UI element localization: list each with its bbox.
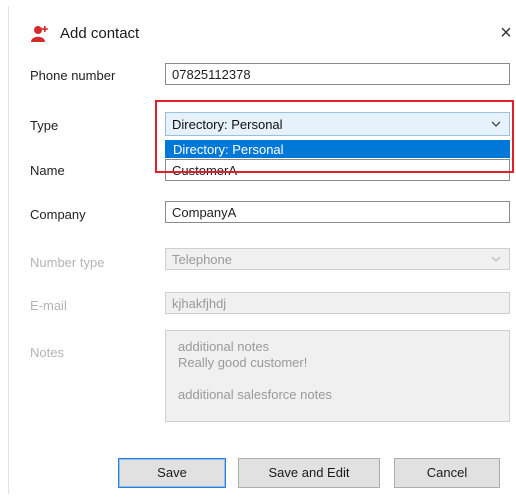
email-label: E-mail xyxy=(30,298,67,313)
number-type-label: Number type xyxy=(30,255,105,270)
notes-label: Notes xyxy=(30,345,64,360)
close-icon[interactable]: × xyxy=(495,22,516,44)
notes-field: additional notes Really good customer! a… xyxy=(165,330,510,422)
name-label: Name xyxy=(30,163,65,178)
number-type-value: Telephone xyxy=(172,252,232,267)
dialog-title: Add contact xyxy=(60,25,140,42)
save-and-edit-button[interactable]: Save and Edit xyxy=(238,458,380,488)
notes-line xyxy=(178,371,497,387)
type-label: Type xyxy=(30,118,59,133)
phone-number-field[interactable]: 07825112378 xyxy=(165,63,510,85)
highlight-annotation xyxy=(155,100,514,173)
add-contact-icon xyxy=(31,26,48,42)
number-type-select: Telephone xyxy=(165,248,510,270)
cancel-button[interactable]: Cancel xyxy=(394,458,500,488)
notes-line: Really good customer! xyxy=(178,355,308,370)
notes-line: additional salesforce notes xyxy=(178,387,332,402)
company-field[interactable]: CompanyA xyxy=(165,201,510,223)
phone-number-label: Phone number xyxy=(30,68,116,83)
notes-line: additional notes xyxy=(178,339,270,354)
email-field: kjhakfjhdj xyxy=(165,292,510,314)
save-button[interactable]: Save xyxy=(118,458,226,488)
company-label: Company xyxy=(30,207,86,222)
chevron-down-icon xyxy=(491,256,501,262)
